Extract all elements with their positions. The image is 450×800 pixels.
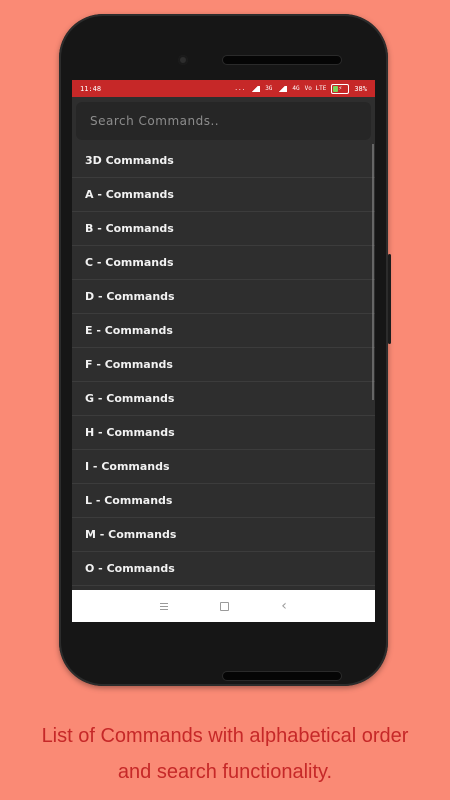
command-list: 3D Commands A - Commands B - Commands C - C… (72, 144, 375, 586)
promo-caption: List of Commands with alphabetical order… (0, 718, 450, 790)
list-item[interactable]: 3D Commands (72, 144, 375, 178)
list-scrollbar[interactable] (372, 144, 374, 400)
square-icon[interactable] (220, 601, 230, 611)
battery-icon: ⚡ (331, 83, 350, 94)
earpiece-speaker (223, 56, 341, 64)
list-item[interactable]: L - Commands (72, 484, 375, 518)
search-input[interactable]: Search Commands.. (76, 102, 371, 140)
status-time: 11:48 (80, 84, 102, 93)
status-bar: 11:48 ... 3G 4G Vo LTE ⚡ 38% (72, 80, 375, 97)
signal-icon-2 (277, 85, 288, 92)
status-dots: ... (234, 85, 246, 92)
list-item[interactable]: M - Commands (72, 518, 375, 552)
charging-bolt-icon: ⚡ (338, 85, 343, 92)
network-4g-label: 4G (292, 85, 300, 92)
app-screen: 11:48 ... 3G 4G Vo LTE ⚡ 38% Search Comm… (72, 80, 375, 622)
list-item[interactable]: O - Commands (72, 552, 375, 586)
back-icon[interactable]: ‹ (281, 598, 287, 614)
network-3g-label: 3G (265, 85, 273, 92)
front-camera (178, 55, 188, 65)
list-item[interactable]: B - Commands (72, 212, 375, 246)
menu-icon[interactable] (160, 602, 169, 610)
list-item[interactable]: F - Commands (72, 348, 375, 382)
battery-percent: 38% (354, 84, 367, 93)
navigation-bar: ‹ (72, 590, 375, 622)
list-item[interactable]: C - Commands (72, 246, 375, 280)
caption-line-2: and search functionality. (117, 761, 333, 783)
list-item[interactable]: H - Commands (72, 416, 375, 450)
phone-side-button (388, 254, 391, 344)
bottom-speaker (223, 672, 341, 680)
signal-icon (250, 85, 261, 92)
list-item[interactable]: E - Commands (72, 314, 375, 348)
list-item[interactable]: D - Commands (72, 280, 375, 314)
list-item[interactable]: A - Commands (72, 178, 375, 212)
list-item[interactable]: I - Commands (72, 450, 375, 484)
status-icons: ... 3G 4G Vo LTE ⚡ 38% (234, 83, 367, 94)
volte-label: Vo LTE (304, 85, 327, 92)
list-item[interactable]: G - Commands (72, 382, 375, 416)
caption-line-1: List of Commands with alphabetical order (41, 725, 409, 747)
